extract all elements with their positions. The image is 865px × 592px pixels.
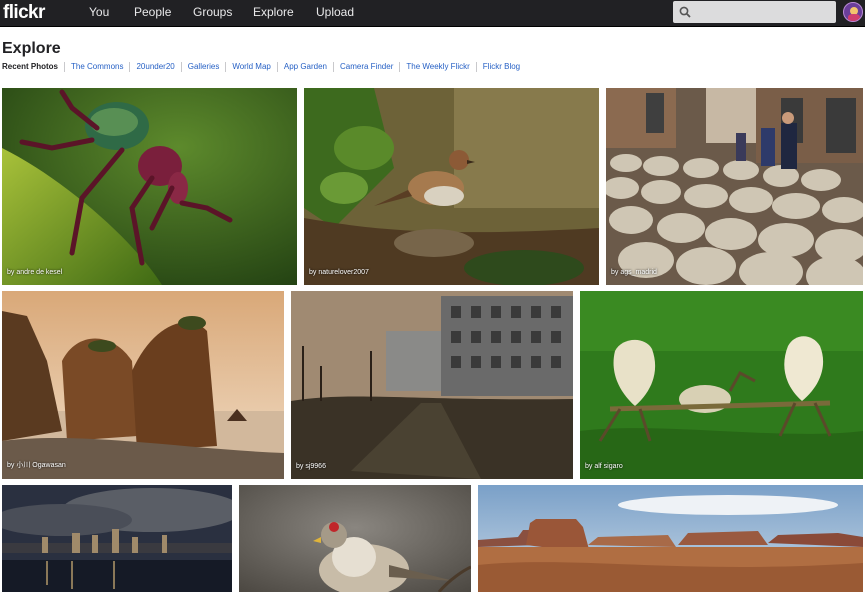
subnav-camera-finder[interactable]: Camera Finder — [333, 62, 399, 72]
user-avatar[interactable] — [843, 2, 863, 22]
subnav-weekly-flickr[interactable]: The Weekly Flickr — [399, 62, 475, 72]
subnav-app-garden[interactable]: App Garden — [276, 62, 333, 72]
nav-upload[interactable]: Upload — [316, 0, 354, 27]
subnav-galleries[interactable]: Galleries — [180, 62, 226, 72]
subnav-world-map[interactable]: World Map — [225, 62, 277, 72]
photo-byline[interactable]: by ags_madrid — [611, 269, 657, 276]
photo-tile[interactable] — [478, 485, 863, 592]
photo-desert-mesas — [478, 485, 863, 592]
photo-byline[interactable]: by 小川 Ogawasan — [7, 460, 66, 470]
photo-tile[interactable] — [2, 485, 232, 592]
subnav-the-commons[interactable]: The Commons — [64, 62, 129, 72]
photo-abandoned-buildings — [291, 291, 573, 479]
photo-rocks — [2, 291, 284, 479]
page-title: Explore — [2, 40, 61, 57]
subnav-flickr-blog[interactable]: Flickr Blog — [475, 62, 526, 72]
photo-skyline — [2, 485, 232, 592]
nav-you[interactable]: You — [89, 0, 109, 27]
photo-sheep — [606, 88, 863, 285]
subnav-recent-photos[interactable]: Recent Photos — [2, 62, 64, 72]
photo-gourds — [580, 291, 863, 479]
photo-sparrow — [304, 88, 599, 285]
subnav-20under20[interactable]: 20under20 — [129, 62, 180, 72]
photo-tile[interactable]: by alf sigaro — [580, 291, 863, 479]
photo-tile[interactable]: by andre de kesel — [2, 88, 297, 285]
nav-groups[interactable]: Groups — [193, 0, 232, 27]
photo-byline[interactable]: by naturelover2007 — [309, 269, 369, 276]
explore-subnav: Recent Photos The Commons 20under20 Gall… — [2, 61, 526, 73]
photo-tile[interactable]: by 小川 Ogawasan — [2, 291, 284, 479]
photo-tile[interactable]: by naturelover2007 — [304, 88, 599, 285]
photo-tile[interactable]: by ags_madrid — [606, 88, 863, 285]
nav-people[interactable]: People — [134, 0, 171, 27]
search-icon — [679, 6, 691, 18]
photo-byline[interactable]: by andre de kesel — [7, 269, 62, 276]
top-navigation-bar: flickr You People Groups Explore Upload — [0, 0, 865, 27]
search-input[interactable] — [673, 1, 836, 23]
photo-redpoll — [239, 485, 471, 592]
photo-tile[interactable]: by sj9966 — [291, 291, 573, 479]
photo-tile[interactable] — [239, 485, 471, 592]
nav-explore[interactable]: Explore — [253, 0, 294, 27]
photo-byline[interactable]: by alf sigaro — [585, 463, 623, 470]
photo-byline[interactable]: by sj9966 — [296, 463, 326, 470]
flickr-logo[interactable]: flickr — [3, 1, 45, 25]
photo-beetle — [2, 88, 297, 285]
